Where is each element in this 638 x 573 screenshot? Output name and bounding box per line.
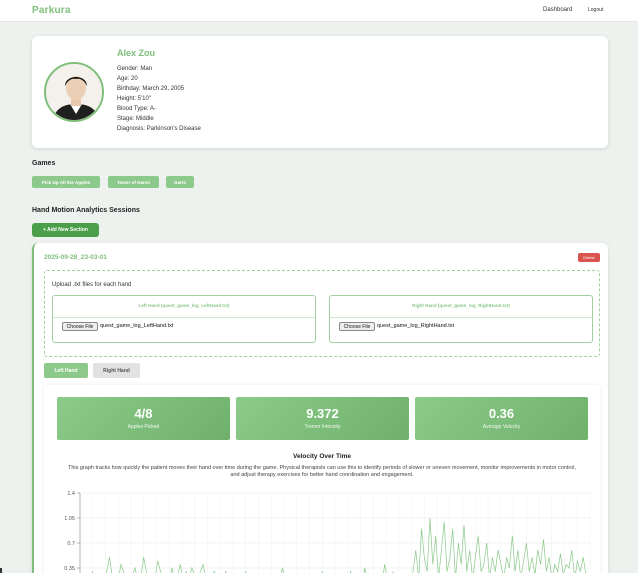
right-hand-upload-box: Right Hand (quest_game_log_RightHand.txt… [329,295,593,343]
logout-button[interactable]: Logout [585,5,606,15]
divider [53,317,315,318]
game-button-darts[interactable]: Darts [166,176,194,188]
patient-stage: Stage: Middle [117,116,154,122]
patient-diagnosis: Diagnosis: Parkinson's Disease [117,126,201,132]
left-file-name: quest_game_log_LeftHand.txt [100,323,174,329]
delete-session-button[interactable]: Delete [578,253,600,262]
left-hand-upload-title: Left Hand (quest_game_log_LeftHand.txt) [138,303,230,308]
game-button-apples[interactable]: Pick Up All the Apples [32,176,100,188]
stat-apples-picked: 4/8 Apples Picked [57,397,230,440]
divider [330,317,592,318]
right-hand-upload-title: Right Hand (quest_game_log_RightHand.txt… [412,303,510,308]
avatar [44,62,104,122]
game-button-hanoi[interactable]: Tower of Hanoi [108,176,159,188]
y-tick-label: 0.7 [67,541,75,547]
patient-name: Alex Zou [117,48,156,58]
patient-birthday: Birthday: March 29, 2005 [117,86,185,92]
top-navbar: Parkura Dashboard Logout [0,0,638,22]
velocity-chart: 1.4 1.05 0.7 0.35 [64,491,591,573]
stat-value: 0.36 [488,406,515,421]
right-choose-file-button[interactable]: Choose File [339,322,375,331]
stat-label: Tremor Intensity [304,424,341,430]
patient-age: Age: 20 [117,76,138,82]
patient-blood-type: Blood Type: A- [117,106,156,112]
tab-right-hand[interactable]: Right Hand [93,363,140,378]
analytics-panel: 4/8 Apples Picked 9.372 Tremor Intensity… [44,385,600,573]
tab-left-hand[interactable]: Left Hand [44,363,88,378]
chart-title: Velocity Over Time [292,453,352,460]
sessions-heading: Hand Motion Analytics Sessions [32,207,140,214]
upload-title: Upload .txt files for each hand [52,282,132,288]
games-heading: Games [32,160,56,167]
y-tick-label: 0.35 [64,566,75,572]
nav-dashboard-link[interactable]: Dashboard [543,7,572,13]
right-file-name: quest_game_log_RightHand.txt [377,323,455,329]
session-title: 2025-09-28_23-03-01 [44,254,107,261]
patient-gender: Gender: Man [117,66,153,72]
window-edge [0,568,2,573]
add-section-button[interactable]: + Add New Section [32,223,99,237]
patient-height: Height: 5'10" [117,96,151,102]
stat-tremor-intensity: 9.372 Tremor Intensity [236,397,409,440]
avatar-photo-icon [46,64,102,120]
upload-dropzone: Upload .txt files for each hand Left Han… [44,270,600,357]
stat-value: 9.372 [306,406,339,421]
session-card: 2025-09-28_23-03-01 Delete Upload .txt f… [32,243,608,573]
y-tick-label: 1.05 [64,516,75,522]
left-hand-upload-box: Left Hand (quest_game_log_LeftHand.txt) … [52,295,316,343]
stat-label: Average Velocity [482,424,521,430]
y-tick-label: 1.4 [67,491,75,497]
chart-description: This graph tracks how quickly the patien… [67,465,577,478]
profile-card: Alex Zou Gender: Man Age: 20 Birthday: M… [32,36,608,148]
brand-logo[interactable]: Parkura [32,5,71,16]
stat-label: Apples Picked [127,424,160,430]
stat-average-velocity: 0.36 Average Velocity [415,397,588,440]
stat-value: 4/8 [134,406,153,421]
left-choose-file-button[interactable]: Choose File [62,322,98,331]
